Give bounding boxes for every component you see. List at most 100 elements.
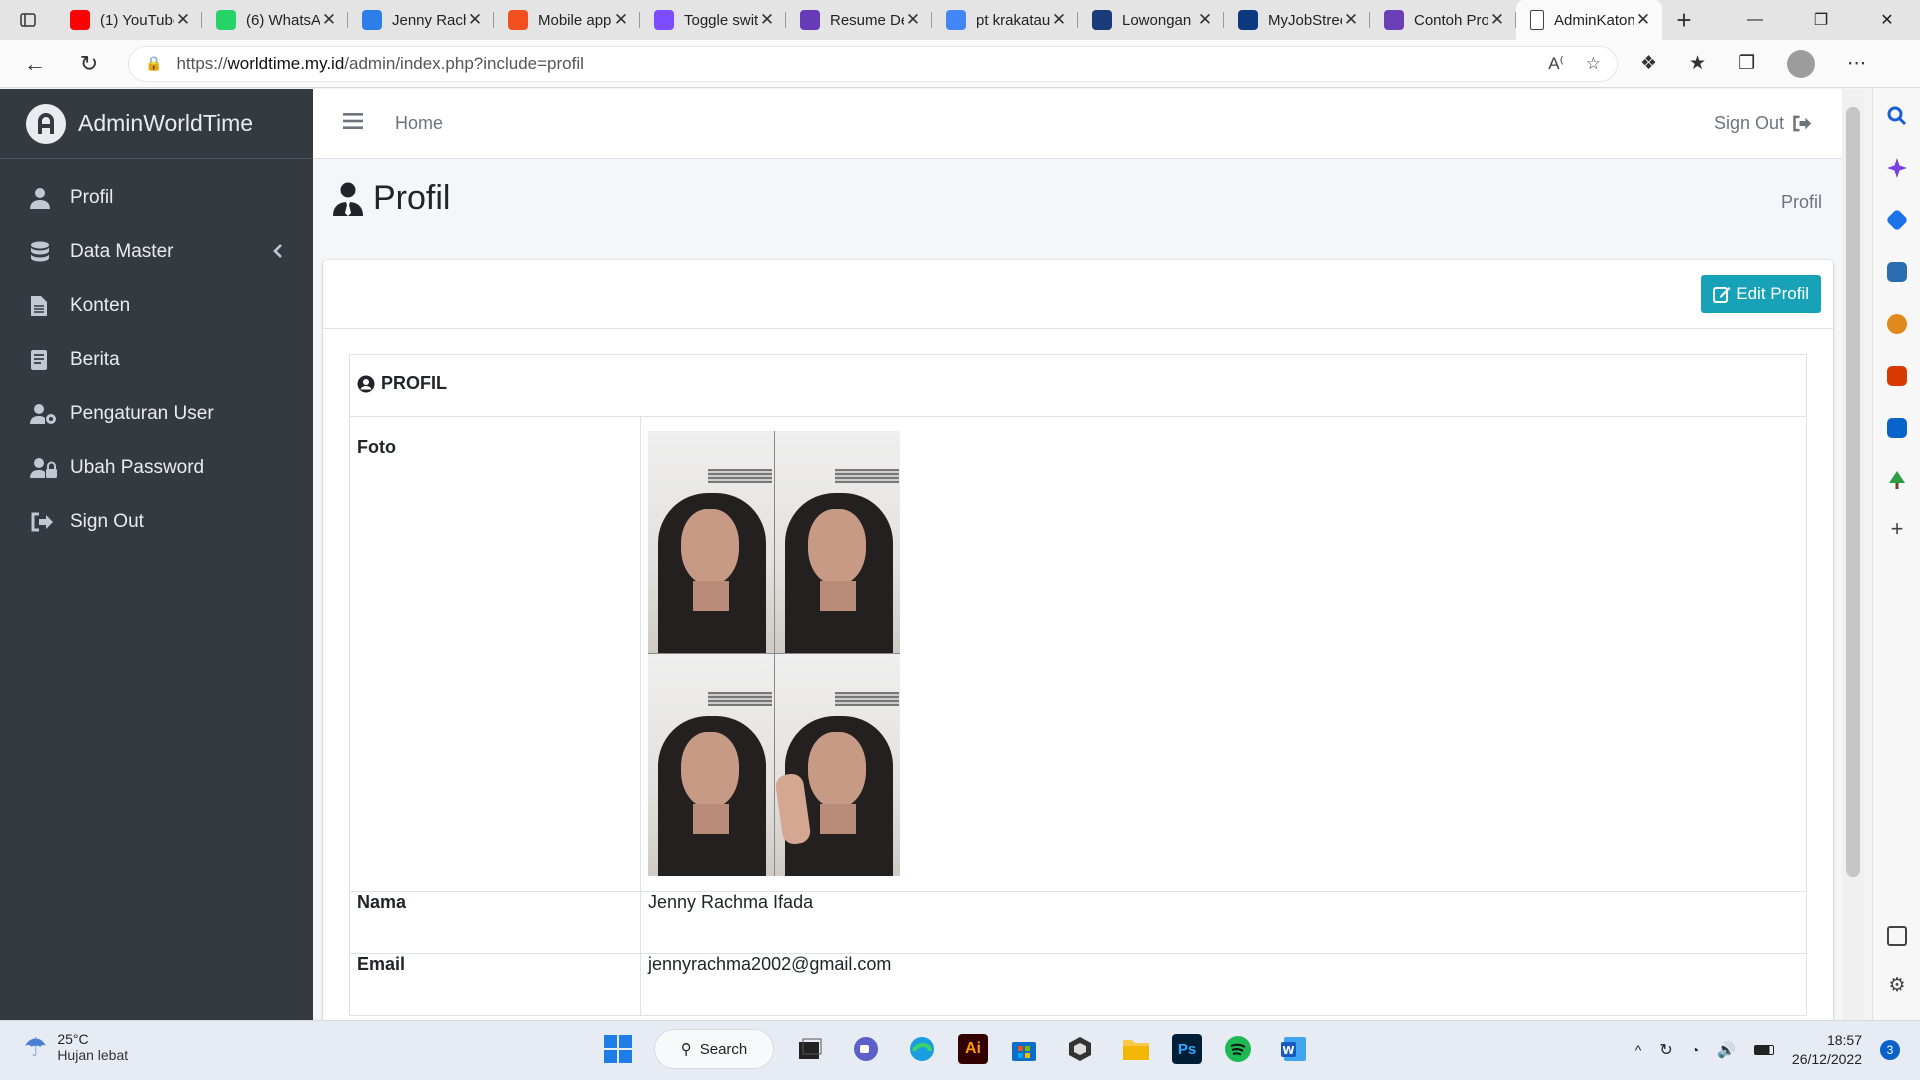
browser-tab[interactable]: Resume Design✕ <box>786 0 932 40</box>
url-prefix: https:// <box>176 53 228 73</box>
office-icon[interactable] <box>1887 366 1907 386</box>
notification-badge[interactable]: 3 <box>1880 1040 1900 1060</box>
row-label: Foto <box>349 416 641 892</box>
read-aloud-icon[interactable]: A⁽ <box>1548 54 1564 74</box>
sidebar-item-profil[interactable]: Profil <box>0 171 313 225</box>
taskbar-search[interactable]: ⚲ Search <box>654 1029 774 1069</box>
edge-browser-icon[interactable] <box>902 1029 942 1069</box>
sidebar-item-data-master[interactable]: Data Master <box>0 225 313 279</box>
add-favorite-icon[interactable]: ☆ <box>1586 54 1601 74</box>
chevron-up-icon[interactable]: ^ <box>1635 1042 1642 1058</box>
close-tab-icon[interactable]: ✕ <box>1488 10 1506 30</box>
nav-sign-out-link[interactable]: Sign Out <box>1714 113 1812 134</box>
close-tab-icon[interactable]: ✕ <box>1050 10 1068 30</box>
windows-taskbar: ☂ 25°C Hujan lebat ⚲ Search Ai Ps W ^ ↻ ◔… <box>0 1020 1920 1080</box>
brand[interactable]: AdminWorldTime <box>0 89 313 159</box>
close-tab-icon[interactable]: ✕ <box>1634 10 1652 30</box>
word-icon[interactable]: W <box>1274 1029 1314 1069</box>
user-lock-icon <box>30 457 64 479</box>
window-controls: — ❐ ✕ <box>1722 0 1920 40</box>
browser-tab[interactable]: MyJobStreet✕ <box>1224 0 1370 40</box>
start-button[interactable] <box>598 1029 638 1069</box>
copilot-icon[interactable] <box>1887 158 1907 178</box>
system-tray: ^ ↻ ◔ 🔊 18:57 26/12/2022 3 <box>1635 1031 1900 1069</box>
close-tab-icon[interactable]: ✕ <box>174 10 192 30</box>
hamburger-menu-icon[interactable] <box>343 113 365 134</box>
sidebar-menu: Profil Data Master Konten Berita Pengatu… <box>0 159 313 549</box>
browser-tab[interactable]: AdminKaton ✕ <box>1516 0 1662 40</box>
page-scrollbar[interactable] <box>1842 89 1864 1020</box>
sidebar-item-label: Konten <box>70 295 131 316</box>
sidebar-item-berita[interactable]: Berita <box>0 333 313 387</box>
browser-tab-title: Toggle switch <box>684 11 758 29</box>
photo-frame <box>774 431 900 653</box>
url-field[interactable]: 🔒 https://worldtime.my.id/admin/index.ph… <box>128 45 1618 82</box>
search-icon[interactable] <box>1887 106 1907 126</box>
close-tab-icon[interactable]: ✕ <box>320 10 338 30</box>
row-value: Jenny Rachma Ifada <box>640 891 1807 954</box>
browser-tab[interactable]: Jenny Rachma✕ <box>348 0 494 40</box>
close-tab-icon[interactable]: ✕ <box>612 10 630 30</box>
admin-sidebar: AdminWorldTime Profil Data Master Konten… <box>0 89 313 1020</box>
microsoft-store-icon[interactable] <box>1004 1029 1044 1069</box>
restore-button[interactable]: ❐ <box>1788 0 1854 40</box>
collections-icon[interactable]: ❐ <box>1738 52 1755 75</box>
browser-tab[interactable]: Mobile app ✕ <box>494 0 640 40</box>
close-tab-icon[interactable]: ✕ <box>1342 10 1360 30</box>
sidebar-item-sign-out[interactable]: Sign Out <box>0 495 313 549</box>
browser-tab[interactable]: Lowongan ✕ <box>1078 0 1224 40</box>
nav-home-link[interactable]: Home <box>395 113 443 134</box>
file-explorer-icon[interactable] <box>1116 1029 1156 1069</box>
close-tab-icon[interactable]: ✕ <box>1196 10 1214 30</box>
rain-cloud-icon: ☂ <box>24 1031 48 1062</box>
close-tab-icon[interactable]: ✕ <box>466 10 484 30</box>
profile-avatar[interactable] <box>1787 49 1816 78</box>
browser-tab-title: (1) YouTube <box>100 11 174 29</box>
sync-icon[interactable]: ↻ <box>1659 1040 1672 1060</box>
lock-icon: 🔒 <box>145 55 163 71</box>
unity-icon[interactable] <box>1060 1029 1100 1069</box>
user-cog-icon <box>30 403 64 425</box>
add-sidebar-app-icon[interactable]: + <box>1887 518 1907 540</box>
favorites-icon[interactable]: ★ <box>1689 52 1706 75</box>
shopping-tag-icon[interactable] <box>1885 208 1909 232</box>
new-tab-button[interactable]: + <box>1662 0 1706 40</box>
browser-tab[interactable]: Toggle switch✕ <box>640 0 786 40</box>
tab-actions-button[interactable] <box>0 0 56 40</box>
browser-tab[interactable]: Contoh Profil✕ <box>1370 0 1516 40</box>
sidebar-item-konten[interactable]: Konten <box>0 279 313 333</box>
sidebar-item-pengaturan-user[interactable]: Pengaturan User <box>0 387 313 441</box>
close-window-button[interactable]: ✕ <box>1854 0 1920 40</box>
outlook-icon[interactable] <box>1887 418 1907 438</box>
browser-tab[interactable]: (6) WhatsApp✕ <box>202 0 348 40</box>
scrollbar-thumb[interactable] <box>1846 107 1860 877</box>
spotify-icon[interactable] <box>1218 1029 1258 1069</box>
back-button[interactable]: ← <box>8 40 62 88</box>
refresh-button[interactable]: ↻ <box>62 40 116 88</box>
settings-gear-icon[interactable]: ⚙ <box>1887 976 1907 996</box>
clock[interactable]: 18:57 26/12/2022 <box>1792 1031 1862 1069</box>
tools-icon[interactable] <box>1887 262 1907 282</box>
illustrator-icon[interactable]: Ai <box>958 1034 988 1064</box>
extensions-icon[interactable]: ❖ <box>1640 52 1657 75</box>
photoshop-icon[interactable]: Ps <box>1172 1034 1202 1064</box>
nav-sign-out-label: Sign Out <box>1713 113 1784 133</box>
close-tab-icon[interactable]: ✕ <box>758 10 776 30</box>
games-icon[interactable] <box>1887 314 1907 334</box>
wifi-icon[interactable]: ◔ <box>1691 1042 1699 1058</box>
tree-icon[interactable] <box>1887 470 1907 490</box>
edit-profile-button[interactable]: Edit Profil <box>1701 275 1821 313</box>
task-view-icon[interactable] <box>790 1029 830 1069</box>
battery-icon[interactable] <box>1753 1045 1774 1055</box>
browser-tab[interactable]: (1) YouTube ✕ <box>56 0 202 40</box>
weather-widget[interactable]: ☂ 25°C Hujan lebat <box>24 1031 128 1063</box>
minimize-button[interactable]: — <box>1722 0 1788 40</box>
hide-sidebar-icon[interactable] <box>1887 926 1907 946</box>
browser-tab[interactable]: pt krakatau ✕ <box>932 0 1078 40</box>
close-tab-icon[interactable]: ✕ <box>904 10 922 30</box>
teams-chat-icon[interactable] <box>846 1029 886 1069</box>
more-icon[interactable]: ⋯ <box>1847 52 1866 75</box>
volume-icon[interactable]: 🔊 <box>1717 1041 1736 1059</box>
sidebar-item-ubah-password[interactable]: Ubah Password <box>0 441 313 495</box>
section-title: PROFIL <box>357 373 447 394</box>
